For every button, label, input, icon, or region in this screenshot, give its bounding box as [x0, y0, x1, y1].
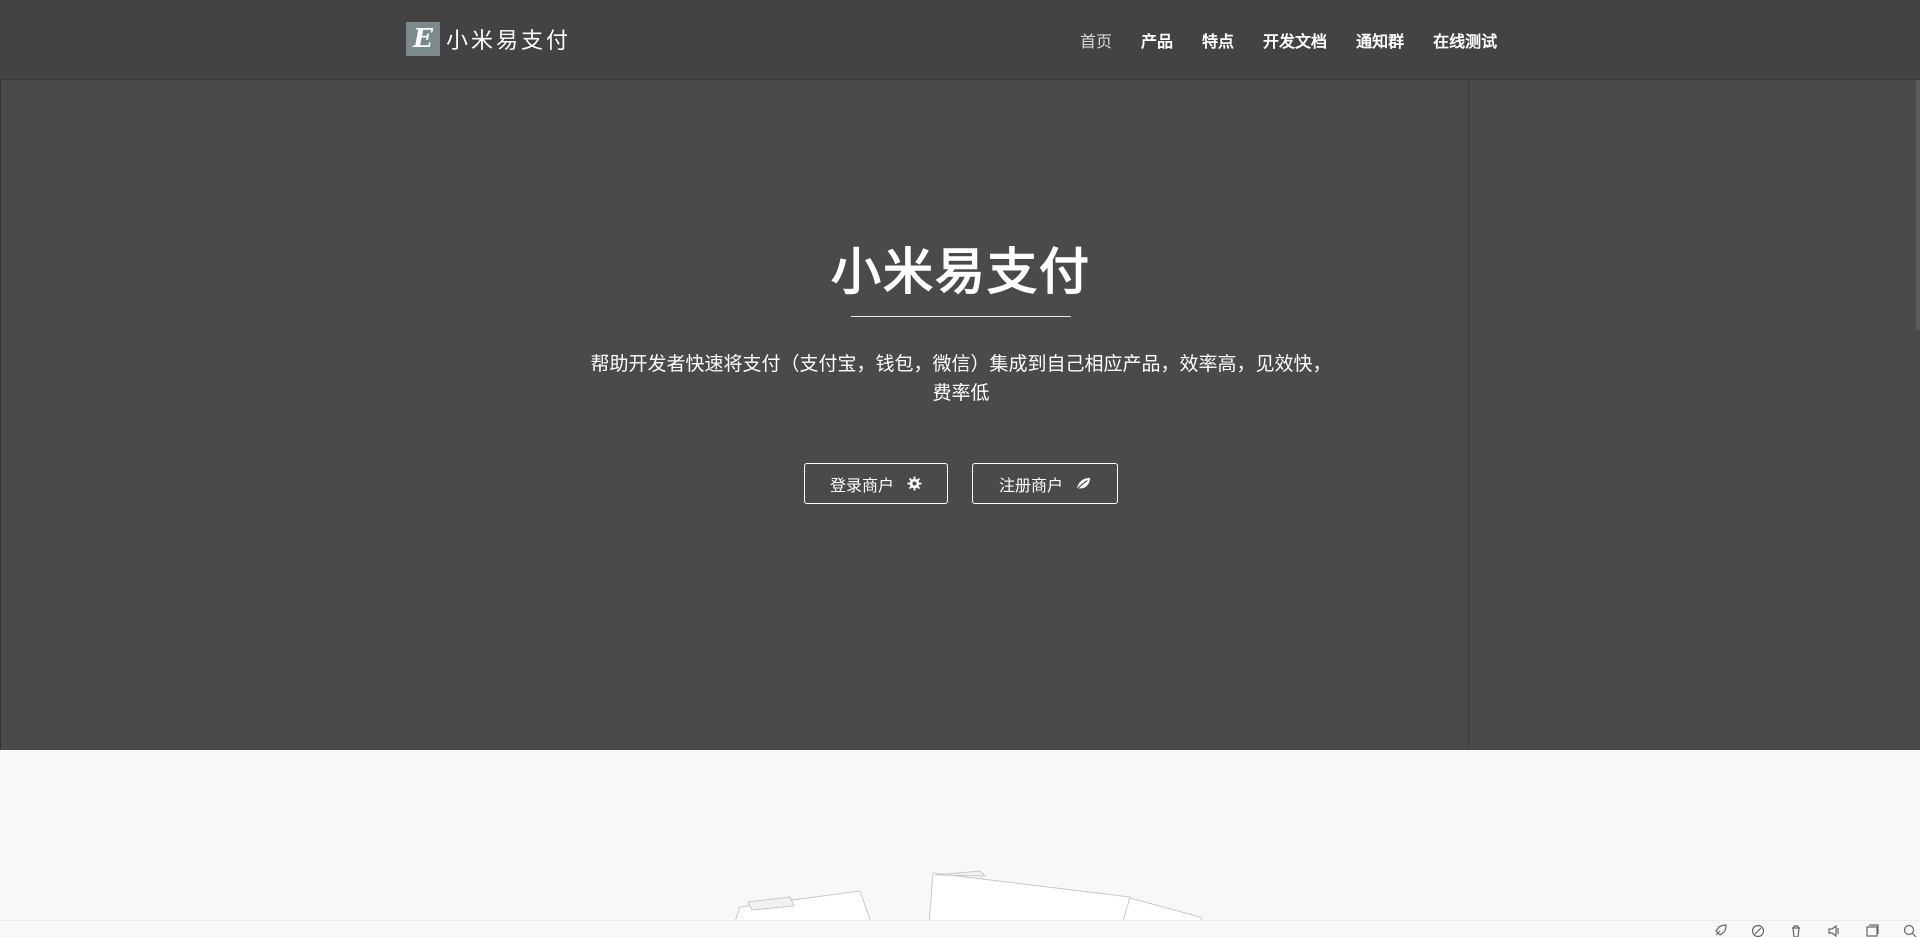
- edit-icon[interactable]: [1750, 922, 1766, 937]
- brand-name: 小米易支付: [446, 29, 572, 54]
- brand-logo: E: [406, 22, 440, 56]
- trash-icon[interactable]: [1788, 922, 1804, 937]
- hero-section: 小米易支付 帮助开发者快速将支付（支付宝，钱包，微信）集成到自己相应产品，效率高…: [0, 0, 1920, 750]
- hero-subtitle: 帮助开发者快速将支付（支付宝，钱包，微信）集成到自己相应产品，效率高，见效快，费…: [590, 353, 1332, 404]
- login-merchant-button[interactable]: 登录商户: [804, 463, 948, 504]
- register-merchant-label: 注册商户: [998, 475, 1063, 495]
- navbar: E 小米易支付 首页 产品 特点 开发文档 通知群 在线测试: [0, 0, 1920, 80]
- nav-item-products[interactable]: 产品: [1141, 28, 1173, 52]
- bottom-toolbar: [0, 920, 1920, 937]
- nav-item-home[interactable]: 首页: [1080, 28, 1112, 52]
- search-icon[interactable]: [1902, 922, 1918, 937]
- toolbar-icons: [1712, 921, 1920, 937]
- gear-icon: [906, 476, 922, 492]
- nav-item-docs[interactable]: 开发文档: [1263, 28, 1327, 52]
- nav-item-features[interactable]: 特点: [1202, 28, 1234, 52]
- hero-divider-line: [1468, 0, 1469, 750]
- speaker-icon[interactable]: [1826, 922, 1842, 937]
- rocket-icon[interactable]: [1712, 922, 1728, 937]
- login-merchant-label: 登录商户: [829, 475, 894, 495]
- nav-item-online-test[interactable]: 在线测试: [1433, 28, 1497, 52]
- hero-title: 小米易支付: [831, 243, 1091, 301]
- nav-item-notify-group[interactable]: 通知群: [1356, 28, 1404, 52]
- brand[interactable]: E 小米易支付: [406, 22, 571, 56]
- hero-title-underline: [851, 316, 1071, 317]
- register-merchant-button[interactable]: 注册商户: [972, 463, 1118, 504]
- leaf-icon: [1075, 476, 1091, 492]
- window-icon[interactable]: [1864, 922, 1880, 937]
- main-nav: 首页 产品 特点 开发文档 通知群 在线测试: [1080, 0, 1526, 80]
